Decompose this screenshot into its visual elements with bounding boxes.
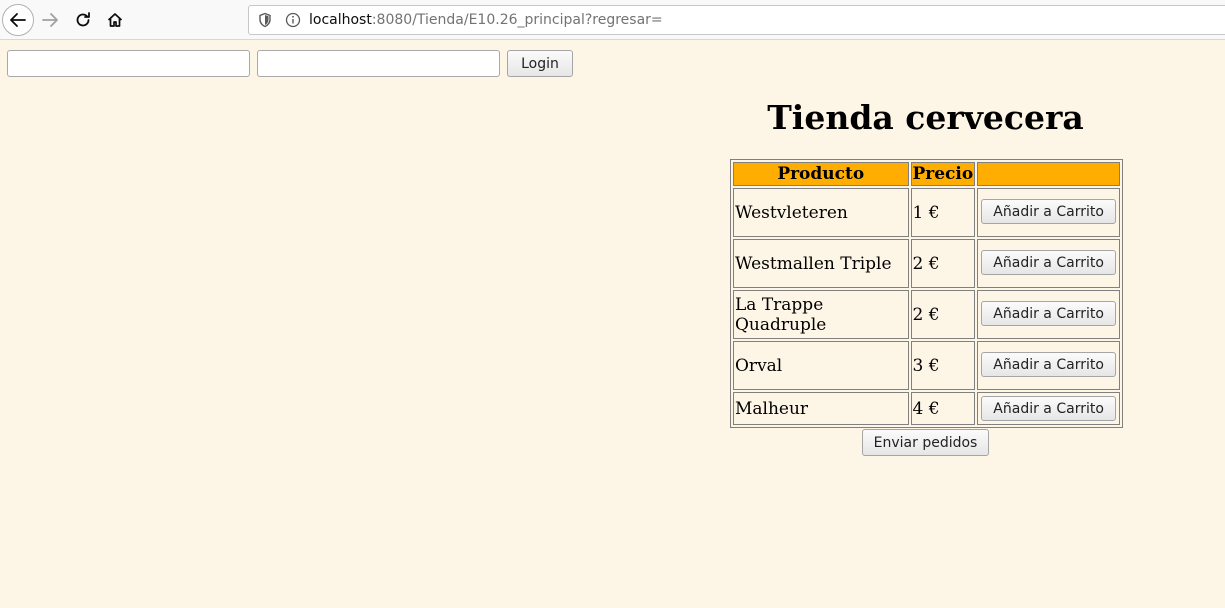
home-button[interactable] — [99, 4, 131, 36]
add-to-cart-button[interactable]: Añadir a Carrito — [981, 301, 1117, 327]
header-actions — [977, 162, 1120, 186]
product-action-cell: Añadir a Carrito — [977, 392, 1120, 425]
login-button[interactable]: Login — [507, 50, 573, 77]
product-name: Orval — [733, 341, 909, 390]
url-bar[interactable]: localhost:8080/Tienda/E10.26_principal?r… — [248, 5, 1225, 35]
add-to-cart-button[interactable]: Añadir a Carrito — [981, 352, 1117, 378]
product-price: 2 € — [910, 239, 976, 288]
product-action-cell: Añadir a Carrito — [977, 188, 1120, 237]
product-action-cell: Añadir a Carrito — [977, 239, 1120, 288]
product-price: 2 € — [910, 290, 976, 339]
add-to-cart-button[interactable]: Añadir a Carrito — [981, 396, 1117, 421]
products-table: Producto Precio Westvleteren 1 € Añadir … — [730, 159, 1123, 428]
product-name: Malheur — [733, 392, 909, 425]
table-row: Orval 3 € Añadir a Carrito — [733, 341, 1120, 390]
shield-icon[interactable] — [257, 12, 273, 28]
product-price: 4 € — [910, 392, 976, 425]
product-action-cell: Añadir a Carrito — [977, 290, 1120, 339]
arrow-left-icon — [10, 13, 26, 27]
page-title: Tienda cervecera — [767, 98, 1084, 137]
product-name: Westmallen Triple — [733, 239, 909, 288]
header-producto: Producto — [733, 162, 909, 186]
table-row: Westvleteren 1 € Añadir a Carrito — [733, 188, 1120, 237]
add-to-cart-button[interactable]: Añadir a Carrito — [981, 250, 1117, 276]
reload-button[interactable] — [67, 4, 99, 36]
back-button[interactable] — [2, 4, 34, 36]
table-row: Malheur 4 € Añadir a Carrito — [733, 392, 1120, 425]
table-row: La Trappe Quadruple 2 € Añadir a Carrito — [733, 290, 1120, 339]
password-input[interactable] — [257, 50, 500, 77]
home-icon — [107, 13, 123, 27]
arrow-right-icon — [42, 13, 58, 27]
browser-toolbar: localhost:8080/Tienda/E10.26_principal?r… — [0, 0, 1225, 40]
forward-button[interactable] — [34, 4, 66, 36]
product-price: 1 € — [910, 188, 976, 237]
header-precio: Precio — [910, 162, 976, 186]
send-orders-button[interactable]: Enviar pedidos — [862, 429, 989, 456]
product-action-cell: Añadir a Carrito — [977, 341, 1120, 390]
url-path: :8080/Tienda/E10.26_principal?regresar= — [371, 12, 663, 28]
product-price: 3 € — [910, 341, 976, 390]
add-to-cart-button[interactable]: Añadir a Carrito — [981, 199, 1117, 225]
table-header-row: Producto Precio — [733, 162, 1120, 186]
store-section: Tienda cervecera Producto Precio Westvle… — [728, 96, 1123, 456]
reload-icon — [76, 12, 90, 27]
info-icon[interactable] — [285, 12, 301, 28]
table-row: Westmallen Triple 2 € Añadir a Carrito — [733, 239, 1120, 288]
url-text: localhost:8080/Tienda/E10.26_principal?r… — [309, 12, 663, 28]
product-name: Westvleteren — [733, 188, 909, 237]
username-input[interactable] — [7, 50, 250, 77]
product-name: La Trappe Quadruple — [733, 290, 909, 339]
url-host: localhost — [309, 12, 372, 28]
